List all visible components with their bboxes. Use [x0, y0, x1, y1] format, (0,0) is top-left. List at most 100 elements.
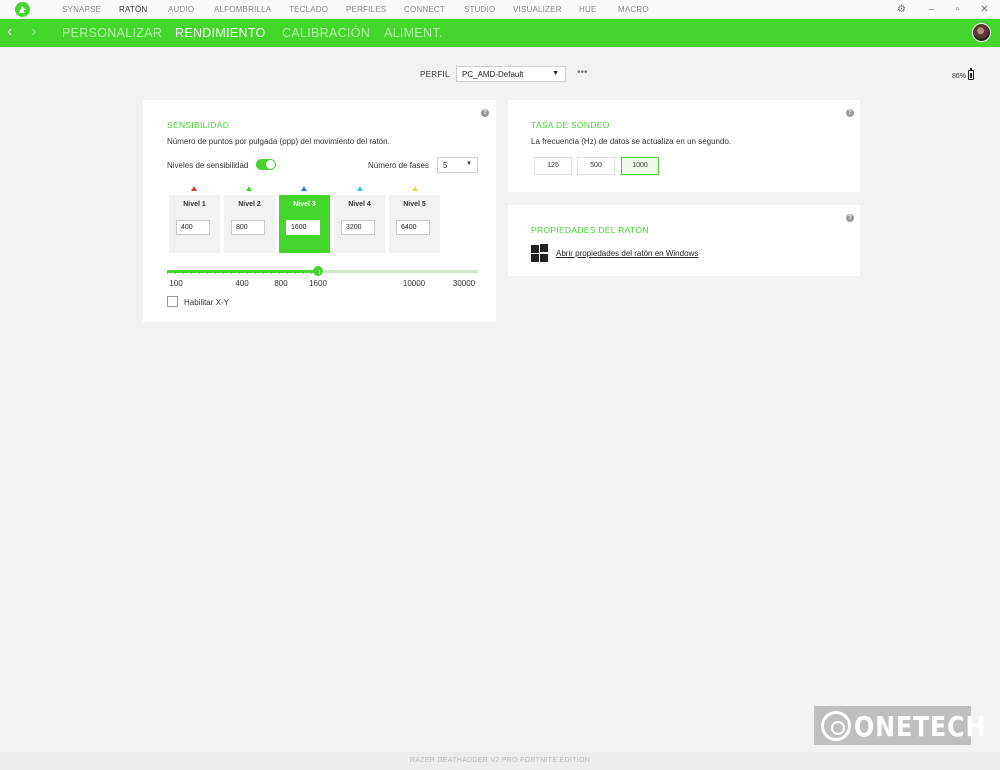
razer-logo-icon[interactable]	[15, 2, 30, 17]
slider-tick	[439, 270, 440, 274]
top-nav-macro[interactable]: MACRO	[618, 5, 649, 14]
gear-icon[interactable]: ⚙	[895, 3, 908, 16]
tab-rendimiento[interactable]: RENDIMIENTO	[175, 26, 266, 40]
slider-label: 10000	[402, 279, 426, 288]
windows-mouse-properties-link[interactable]: Abrir propiedades del ratón en Windows	[556, 249, 698, 258]
tab-personalizar[interactable]: PERSONALIZAR	[62, 26, 162, 40]
profile-label: PERFIL	[420, 70, 450, 79]
stage-2[interactable]: Nivel 2 800	[224, 195, 275, 253]
help-icon[interactable]: ?	[846, 214, 854, 222]
battery-icon	[968, 68, 974, 80]
slider-tick	[319, 270, 320, 274]
profile-select[interactable]: PC_AMD-Default ▼	[456, 66, 566, 82]
slider-label: 1600	[309, 279, 327, 288]
slider-tick	[359, 270, 360, 274]
watermark-text: ONETECH	[854, 710, 987, 743]
polling-title: TASA DE SONDEO	[531, 120, 610, 130]
slider-tick	[423, 270, 424, 274]
slider-tick	[287, 270, 288, 274]
tab-calibracion[interactable]: CALIBRACIÓN	[282, 26, 370, 40]
chevron-down-icon: ▼	[466, 161, 472, 167]
top-nav-perfiles[interactable]: PERFILES	[346, 5, 386, 14]
footer: RAZER DEATHADDER V2 PRO FORTNITE EDITION	[0, 752, 1000, 770]
xy-checkbox[interactable]	[167, 296, 178, 307]
slider-tick	[231, 270, 232, 274]
top-nav-audio[interactable]: AUDIO	[168, 5, 194, 14]
stage-name: Nivel 1	[183, 201, 206, 208]
top-nav-teclado[interactable]: TECLADO	[289, 5, 328, 14]
stage-3[interactable]: Nivel 3 1600	[279, 195, 330, 253]
stage-4[interactable]: Nivel 4 3200	[334, 195, 385, 253]
slider-label: 100	[169, 279, 183, 288]
slider-tick	[471, 270, 472, 274]
stages-count-select[interactable]: 5 ▼	[437, 157, 478, 173]
stage-dpi-input[interactable]: 6400	[396, 220, 430, 235]
top-bar: SYNAPSE RATÓN AUDIO ALFOMBRILLA TECLADO …	[0, 0, 1000, 19]
slider-tick	[271, 270, 272, 274]
stage-dpi-input[interactable]: 800	[231, 220, 265, 235]
slider-tick	[431, 270, 432, 274]
stage-name: Nivel 3	[293, 201, 316, 208]
chevron-left-icon[interactable]: ‹	[7, 23, 12, 41]
device-name: RAZER DEATHADDER V2 PRO FORTNITE EDITION	[409, 757, 591, 764]
chevron-down-icon: ▼	[552, 70, 559, 77]
stage-marker	[301, 186, 307, 191]
top-nav-raton[interactable]: RATÓN	[119, 5, 147, 14]
sensitivity-description: Número de puntos por pulgada (ppp) del m…	[167, 137, 390, 146]
stages-count-label: Número de fases	[368, 161, 429, 170]
slider-tick	[415, 270, 416, 274]
top-nav-studio[interactable]: STUDIO	[464, 5, 495, 14]
polling-option-1000[interactable]: 1000	[621, 157, 659, 175]
slider-tick	[239, 270, 240, 274]
stage-marker	[412, 186, 418, 191]
avatar[interactable]	[972, 23, 991, 42]
maximize-icon[interactable]: ▫	[951, 3, 964, 16]
watermark-logo: ONETECH	[814, 706, 985, 745]
help-icon[interactable]: ?	[846, 109, 854, 117]
top-nav-alfombrilla[interactable]: ALFOMBRILLA	[214, 5, 271, 14]
slider-tick	[295, 270, 296, 274]
stage-1[interactable]: Nivel 1 400	[169, 195, 220, 253]
slider-tick	[335, 270, 336, 274]
sensitivity-toggle[interactable]	[256, 159, 276, 170]
slider-tick	[399, 270, 400, 274]
slider-label: 30000	[452, 279, 476, 288]
close-icon[interactable]: ✕	[978, 3, 991, 16]
stage-name: Nivel 2	[238, 201, 261, 208]
minimize-icon[interactable]: –	[925, 3, 938, 16]
slider-tick	[199, 270, 200, 274]
windows-icon	[531, 244, 549, 262]
top-nav-synapse[interactable]: SYNAPSE	[62, 5, 101, 14]
stage-marker	[246, 186, 252, 191]
slider-label: 400	[235, 279, 249, 288]
slider-tick	[183, 270, 184, 274]
top-nav-connect[interactable]: CONNECT	[404, 5, 445, 14]
slider-tick	[223, 270, 224, 274]
sensitivity-toggle-label: Niveles de sensibilidad	[167, 161, 249, 170]
slider-tick	[255, 270, 256, 274]
stage-dpi-input[interactable]: 3200	[341, 220, 375, 235]
chevron-right-icon[interactable]: ›	[31, 23, 36, 41]
profile-value: PC_AMD-Default	[462, 70, 524, 79]
slider-tick	[327, 270, 328, 274]
polling-option-500[interactable]: 500	[577, 157, 615, 175]
xy-checkbox-label: Habilitar X-Y	[184, 298, 229, 307]
polling-card: ?	[508, 100, 860, 192]
slider-tick	[303, 270, 304, 274]
dpi-slider-thumb[interactable]	[313, 266, 323, 276]
battery-fill	[970, 73, 972, 78]
stage-dpi-input[interactable]: 400	[176, 220, 210, 235]
profile-more-button[interactable]: •••	[577, 67, 588, 78]
properties-card: ?	[508, 205, 860, 276]
polling-option-125[interactable]: 125	[534, 157, 572, 175]
top-nav-hue[interactable]: HUE	[579, 5, 597, 14]
slider-tick	[207, 270, 208, 274]
stage-dpi-input[interactable]: 1600	[286, 220, 320, 235]
tab-aliment[interactable]: ALIMENT.	[384, 26, 443, 40]
top-nav-visualizer[interactable]: VISUALIZER	[513, 5, 562, 14]
stage-5[interactable]: Nivel 5 6400	[389, 195, 440, 253]
stage-marker	[357, 186, 363, 191]
slider-tick	[367, 270, 368, 274]
help-icon[interactable]: ?	[481, 109, 489, 117]
slider-tick	[407, 270, 408, 274]
